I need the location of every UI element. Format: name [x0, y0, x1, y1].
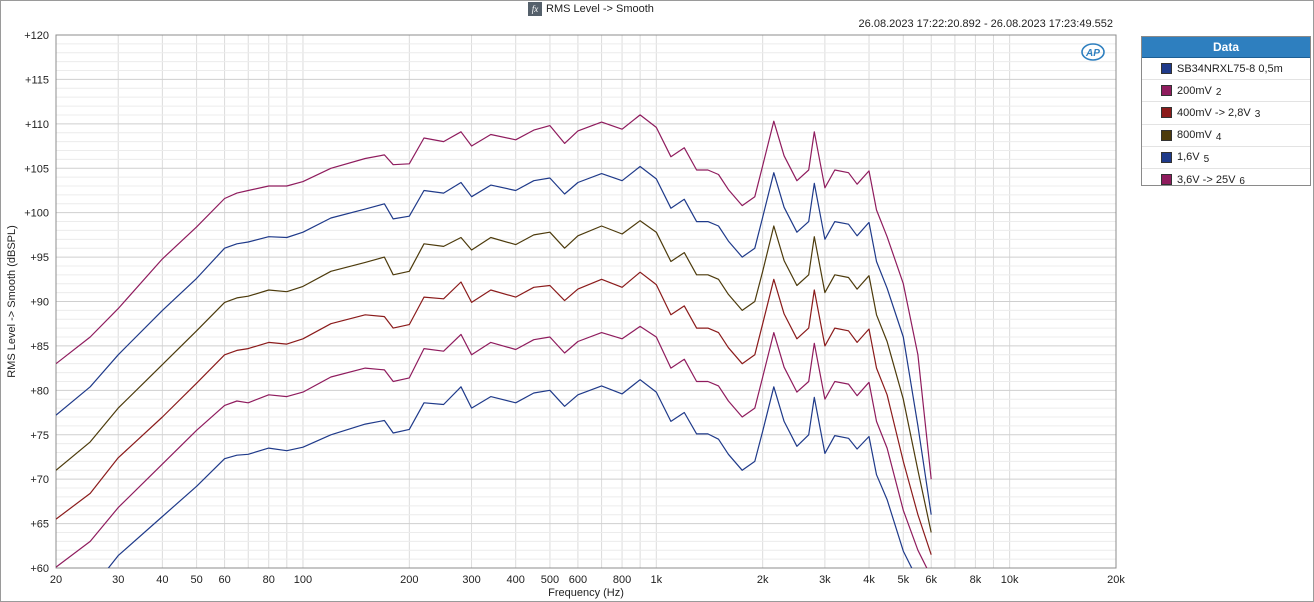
legend-swatch[interactable]: [1161, 63, 1172, 75]
legend-item[interactable]: 200mV 2: [1142, 80, 1310, 103]
y-tick-label: +120: [24, 30, 49, 42]
legend-label: 800mV: [1177, 129, 1212, 142]
x-axis-title: Frequency (Hz): [548, 587, 624, 599]
series-layer: [56, 114, 932, 568]
legend-label: 1,6V: [1177, 151, 1200, 164]
series-line-1: [107, 379, 913, 568]
series-line-6: [56, 114, 932, 480]
grid: [55, 34, 1117, 569]
y-tick-label: +75: [30, 430, 49, 442]
x-tick-label: 40: [156, 574, 168, 586]
x-tick-label: 4k: [863, 574, 875, 586]
x-tick-label: 6k: [925, 574, 937, 586]
legend-item[interactable]: 800mV 4: [1142, 125, 1310, 147]
legend-label: 3,6V -> 25V: [1177, 173, 1236, 186]
y-tick-label: +90: [30, 297, 49, 309]
series-line-4: [56, 220, 932, 533]
y-tick-label: +65: [30, 519, 49, 531]
legend-suffix: 5: [1203, 153, 1210, 165]
y-tick-label: +95: [30, 252, 49, 264]
y-tick-label: +85: [30, 341, 49, 353]
legend-item[interactable]: 3,6V -> 25V 6: [1142, 169, 1310, 190]
legend-swatch[interactable]: [1161, 107, 1172, 119]
x-tick-label: 100: [294, 574, 312, 586]
ticks: 20 30 40 50 60 80 100 200 300 400 500 600 800 1k 2k 3k 4…: [24, 30, 1125, 586]
legend-swatch[interactable]: [1161, 85, 1172, 97]
x-tick-label: 10k: [1001, 574, 1019, 586]
series-line-3: [56, 271, 932, 555]
legend-item[interactable]: SB34NRXL75-8 0,5m: [1142, 58, 1310, 81]
x-tick-label: 600: [569, 574, 587, 586]
x-tick-label: 20: [50, 574, 62, 586]
x-tick-label: 2k: [757, 574, 769, 586]
y-tick-label: +80: [30, 385, 49, 397]
legend-suffix: 2: [1215, 87, 1222, 99]
legend-title: Data: [1142, 37, 1310, 58]
y-axis-title: RMS Level -> Smooth (dBSPL): [6, 225, 18, 378]
legend-suffix: 4: [1215, 131, 1222, 143]
x-tick-label: 300: [462, 574, 480, 586]
x-tick-label: 1k: [650, 574, 662, 586]
y-tick-label: +105: [24, 163, 49, 175]
legend-item[interactable]: 400mV -> 2,8V 3: [1142, 102, 1310, 125]
legend-items: SB34NRXL75-8 0,5m 200mV 2 400mV -> 2,8V 3 800…: [1142, 58, 1310, 190]
x-tick-label: 8k: [970, 574, 982, 586]
y-tick-label: +60: [30, 563, 49, 575]
x-tick-label: 80: [263, 574, 275, 586]
x-tick-label: 800: [613, 574, 631, 586]
chart-plot: 20 30 40 50 60 80 100 200 300 400 500 600 800 1k 2k 3k 4…: [6, 30, 1125, 599]
y-tick-label: +100: [24, 208, 49, 220]
y-tick-label: +115: [25, 74, 49, 86]
legend-label: 200mV: [1177, 84, 1212, 97]
x-tick-label: 50: [190, 574, 202, 586]
y-tick-label: +70: [30, 474, 49, 486]
x-tick-label: 400: [507, 574, 525, 586]
x-tick-label: 20k: [1107, 574, 1125, 586]
x-tick-label: 500: [541, 574, 559, 586]
legend: Data SB34NRXL75-8 0,5m 200mV 2 400mV -> 2,8…: [1141, 36, 1311, 187]
series-group: [56, 114, 932, 568]
legend-label: SB34NRXL75-8 0,5m: [1177, 62, 1283, 75]
y-tick-label: +110: [25, 119, 49, 131]
legend-suffix: 6: [1239, 176, 1245, 188]
x-tick-label: 5k: [897, 574, 909, 586]
x-tick-label: 30: [112, 574, 124, 586]
legend-suffix: 3: [1254, 109, 1261, 121]
svg-text:AP: AP: [1085, 48, 1100, 59]
legend-label: 400mV -> 2,8V: [1177, 106, 1251, 119]
x-tick-label: 200: [400, 574, 418, 586]
x-tick-label: 60: [218, 574, 230, 586]
ap-logo-icon: AP: [1081, 43, 1105, 61]
legend-item[interactable]: 1,6V 5: [1142, 147, 1310, 169]
x-tick-label: 3k: [819, 574, 831, 586]
legend-swatch[interactable]: [1161, 129, 1172, 141]
legend-swatch[interactable]: [1161, 151, 1172, 163]
legend-swatch[interactable]: [1161, 174, 1172, 186]
